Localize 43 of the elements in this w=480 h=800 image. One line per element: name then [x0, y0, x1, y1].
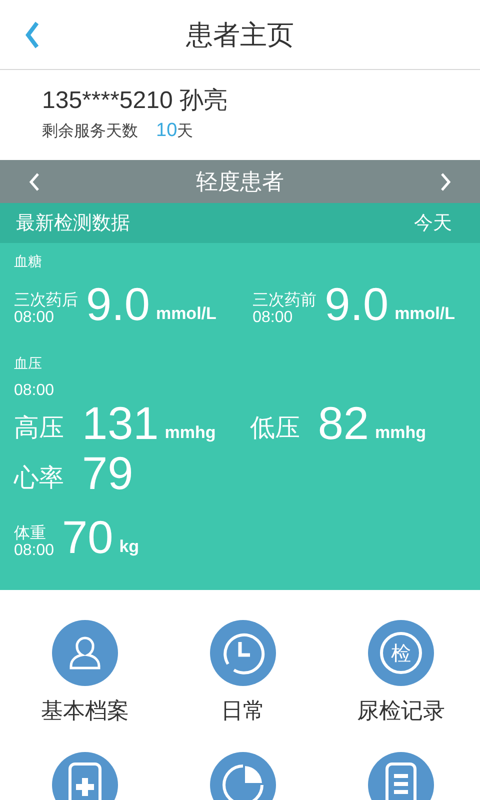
- pie-chart-icon: [220, 762, 266, 800]
- reading-unit: mmol/L: [156, 304, 216, 324]
- reading-time: 08:00: [14, 381, 54, 400]
- reading-value: 82: [318, 400, 369, 446]
- days-label: 剩余服务天数: [42, 121, 138, 142]
- medical-card-icon: [67, 762, 103, 800]
- menu-label[interactable]: 日常: [221, 696, 265, 726]
- reading-value: 70: [62, 514, 114, 560]
- menu-button[interactable]: [52, 752, 118, 800]
- reading-unit: kg: [119, 537, 140, 557]
- reading-label: 心率: [14, 462, 64, 494]
- reading-label: 低压: [250, 412, 300, 444]
- menu-label[interactable]: 尿检记录: [357, 696, 445, 726]
- reading-unit: mmhg: [375, 423, 426, 443]
- previous-icon[interactable]: [28, 172, 40, 192]
- reading-time: 08:00: [252, 308, 294, 327]
- blood-sugar-title: 血糖: [14, 253, 43, 271]
- reading-unit: mmol/L: [394, 304, 456, 324]
- reading-unit: mmhg: [164, 423, 216, 443]
- section-title: 最新检测数据: [16, 211, 130, 236]
- menu-button[interactable]: [210, 752, 276, 800]
- reading-value: 79: [82, 450, 134, 496]
- patient-level: 轻度患者: [196, 168, 284, 196]
- reading-label: 体重: [14, 524, 47, 541]
- reading-label: 三次药前: [252, 291, 317, 308]
- document-icon: [384, 762, 418, 800]
- page-title: 患者主页: [186, 18, 294, 52]
- back-icon[interactable]: [24, 20, 40, 50]
- reading-value: 9.0: [86, 281, 150, 327]
- blood-pressure-title: 血压: [14, 355, 42, 373]
- reading-value: 131: [82, 400, 159, 446]
- patient-name: 135****5210 孙亮: [42, 86, 228, 116]
- date-label: 今天: [414, 211, 452, 236]
- menu-button[interactable]: [368, 752, 434, 800]
- menu-label[interactable]: 基本档案: [41, 696, 129, 726]
- reading-label: 高压: [14, 412, 64, 444]
- inspection-icon: 检: [380, 632, 422, 674]
- reading-value: 9.0: [324, 281, 389, 327]
- reading-label: 三次药后: [14, 291, 78, 308]
- reading-time: 08:00: [14, 308, 56, 327]
- days-remaining: 10天: [156, 120, 194, 142]
- reading-time: 08:00: [14, 541, 54, 560]
- next-icon[interactable]: [440, 172, 452, 192]
